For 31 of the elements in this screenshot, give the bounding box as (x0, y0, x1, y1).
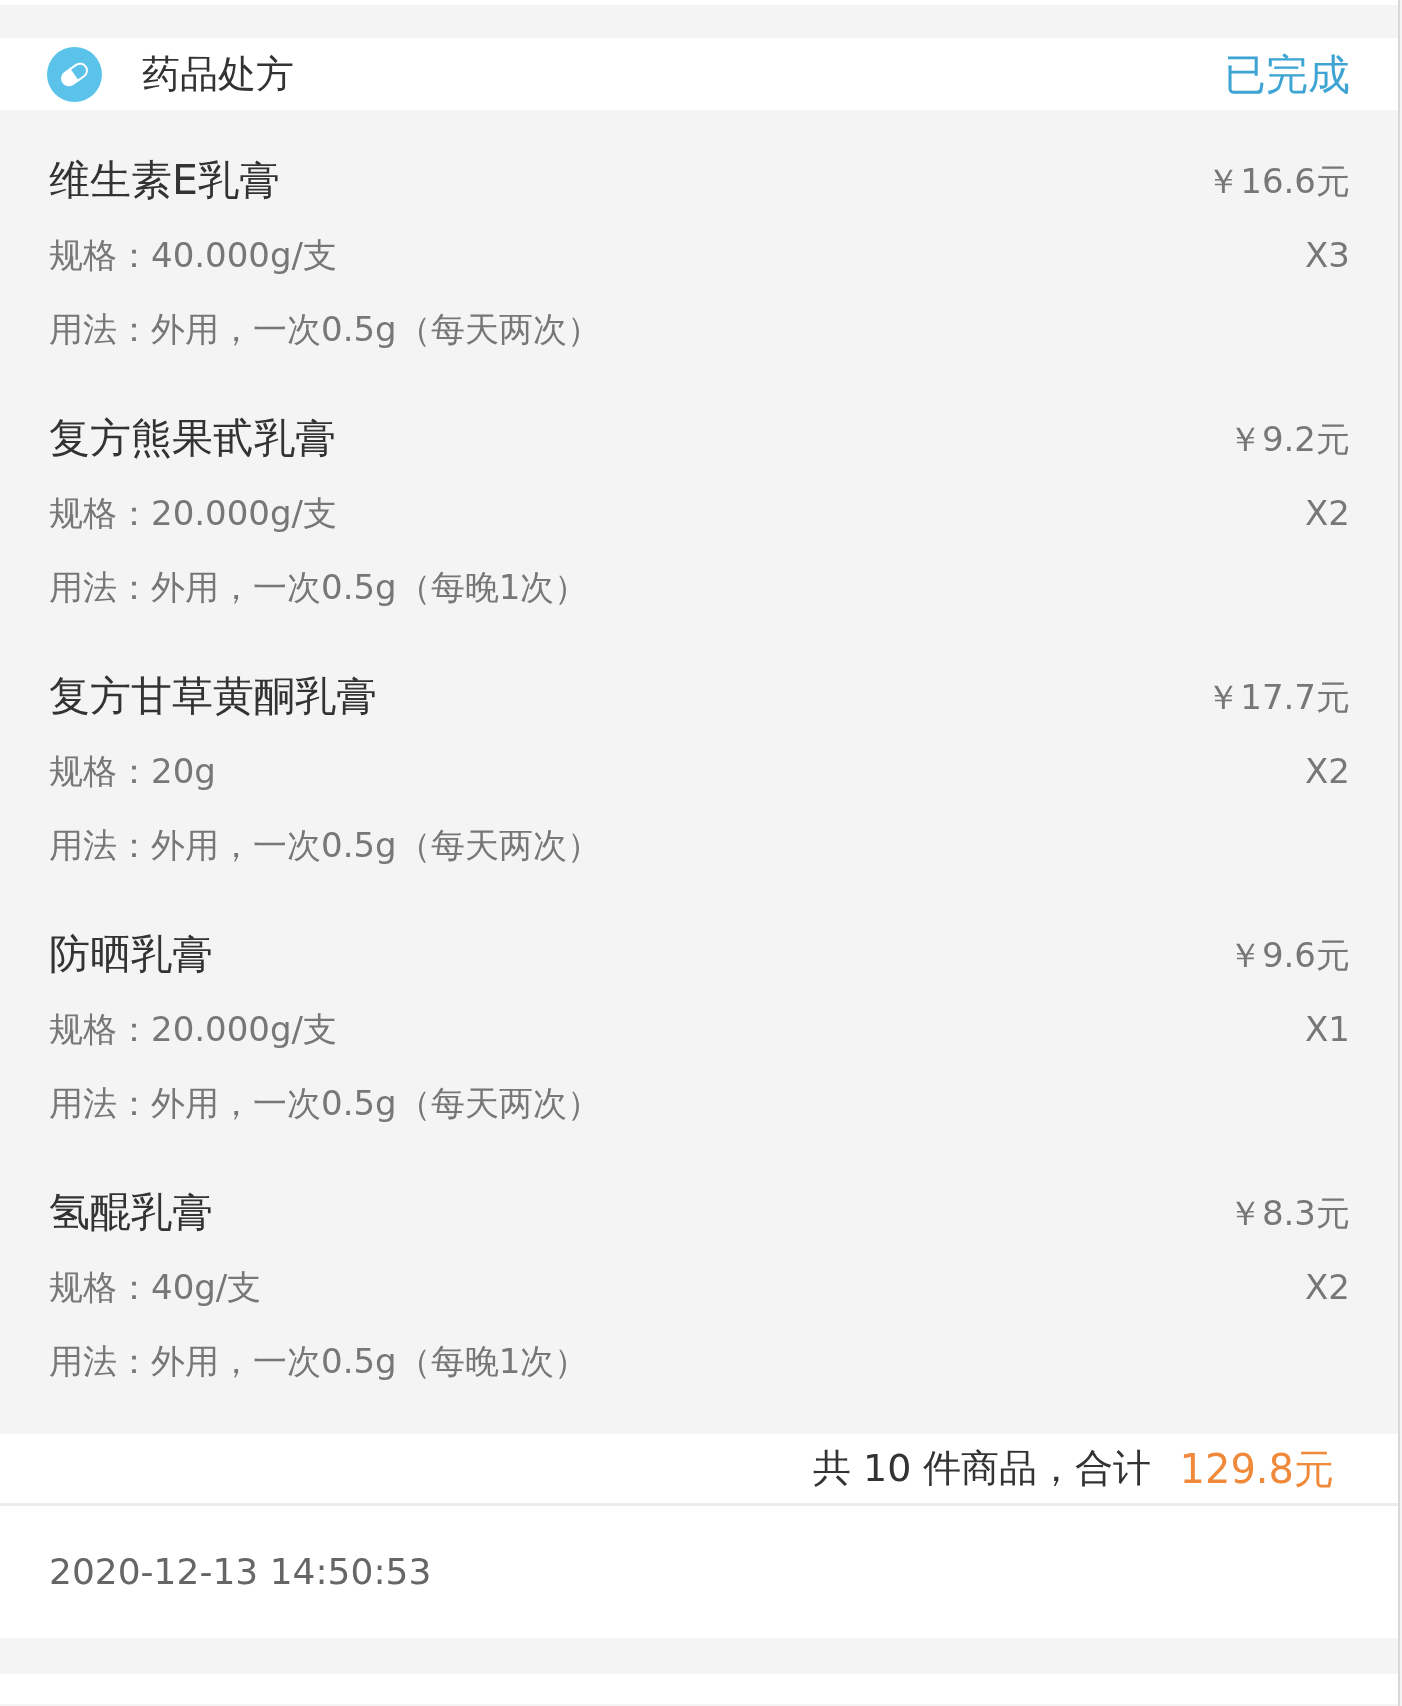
drug-usage: 用法：外用，一次0.5g（每天两次） (49, 1081, 601, 1125)
order-status: 已完成 (1224, 48, 1350, 101)
drug-usage: 用法：外用，一次0.5g（每天两次） (49, 307, 601, 351)
order-time: 2020-12-13 14:50:53 (49, 1550, 432, 1594)
drug-name: 复方熊果甙乳膏 (49, 413, 336, 465)
drug-spec: 规格：20g (49, 749, 216, 793)
drug-spec: 规格：20.000g/支 (49, 491, 337, 535)
drug-price: ￥17.7元 (1206, 675, 1350, 719)
drug-price: ￥16.6元 (1206, 159, 1350, 203)
pill-icon (47, 46, 102, 102)
drug-price: ￥8.3元 (1227, 1191, 1350, 1235)
drug-price: ￥9.2元 (1227, 417, 1350, 461)
drug-quantity: X1 (1305, 1007, 1350, 1051)
drug-quantity: X2 (1305, 749, 1350, 793)
drug-spec: 规格：40g/支 (49, 1265, 262, 1309)
drug-quantity: X2 (1305, 1265, 1350, 1309)
drug-spec: 规格：20.000g/支 (49, 1007, 337, 1051)
drug-name: 防晒乳膏 (49, 929, 213, 981)
total-price: 129.8元 (1179, 1444, 1334, 1494)
drug-quantity: X3 (1305, 233, 1350, 277)
drug-name: 维生素E乳膏 (49, 155, 280, 207)
drug-name: 复方甘草黄酮乳膏 (49, 671, 377, 723)
item-count: 共 10 件商品，合计 (812, 1445, 1152, 1492)
drug-usage: 用法：外用，一次0.5g（每天两次） (49, 823, 601, 867)
drug-quantity: X2 (1305, 491, 1350, 535)
drug-name: 氢醌乳膏 (49, 1187, 213, 1239)
drug-price: ￥9.6元 (1227, 933, 1350, 977)
drug-usage: 用法：外用，一次0.5g（每晚1次） (49, 1339, 589, 1383)
drug-spec: 规格：40.000g/支 (49, 233, 337, 277)
section-title: 药品处方 (142, 50, 294, 98)
drug-usage: 用法：外用，一次0.5g（每晚1次） (49, 565, 589, 609)
